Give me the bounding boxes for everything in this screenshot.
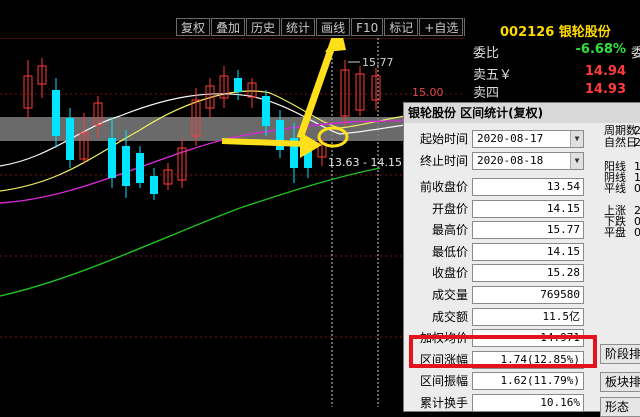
stat-label: 最高价 — [431, 223, 468, 238]
range-price-label: 13.63 - 14.15 — [328, 156, 402, 169]
stat-value: 13.54 — [472, 178, 584, 196]
toolbar-button-1[interactable]: 叠加 — [211, 18, 246, 36]
side-summary-count: 0 — [634, 226, 640, 239]
quote-value: 14.93 — [584, 82, 626, 97]
ma60-line — [0, 167, 381, 297]
end-time-value: 2020-08-18 — [477, 154, 544, 167]
stat-label: 收盘价 — [431, 266, 468, 281]
toolbar-button-7[interactable]: +自选 — [419, 18, 464, 36]
stat-value: 14.15 — [472, 242, 584, 261]
side-summary-label: 平线 — [604, 182, 626, 195]
toolbar-button-0[interactable]: 复权 — [176, 18, 211, 36]
stat-label: 前收盘价 — [419, 180, 468, 194]
start-time-label: 起始时间 — [419, 132, 468, 146]
dropdown-arrow-icon[interactable]: ▼ — [570, 153, 583, 169]
start-time-select[interactable]: 2020-08-17 ▼ — [472, 130, 584, 148]
stat-value: 10.16% — [472, 394, 584, 412]
dropdown-arrow-icon[interactable]: ▼ — [570, 131, 583, 147]
pattern-button[interactable]: 形态 — [600, 397, 640, 417]
high-price-label: 15.77 — [362, 56, 394, 69]
kline-chart[interactable]: 15.77 15.00 13.63 - 14.15 — [0, 38, 465, 407]
stat-label: 成交量 — [431, 288, 468, 302]
stat-value: 11.5亿 — [472, 307, 584, 326]
stage-rank-button[interactable]: 阶段排 — [600, 344, 640, 364]
side-summary-label: 自然日 — [604, 136, 637, 149]
side-summary-count: 0 — [634, 182, 640, 195]
chart-toolbar: 复权叠加历史统计画线F10标记+自选返回 — [176, 18, 499, 38]
stat-value: 1.62(11.79%) — [472, 372, 584, 391]
toolbar-button-6[interactable]: 标记 — [384, 18, 419, 36]
toolbar-button-5[interactable]: F10 — [351, 18, 384, 36]
sector-rank-button[interactable]: 板块排 — [600, 372, 640, 392]
start-time-value: 2020-08-17 — [477, 132, 544, 145]
stat-value: 15.28 — [472, 264, 584, 283]
arrow-to-low — [221, 138, 306, 147]
stat-label: 成交额 — [431, 309, 468, 324]
price-tick-label: 15.00 — [412, 86, 444, 99]
stat-row: 最低价 14.15 — [404, 242, 640, 262]
stat-value: 15.77 — [472, 221, 584, 240]
quote-label: 委比 — [473, 46, 500, 61]
toolbar-button-3[interactable]: 统计 — [281, 18, 316, 36]
side-summary-label: 周期数 — [604, 124, 637, 137]
quote-extra: 委 — [630, 46, 640, 61]
end-time-select[interactable]: 2020-08-18 ▼ — [472, 152, 584, 170]
stat-label: 区间振幅 — [419, 374, 468, 389]
stock-title: 002126 银轮股份 — [500, 25, 611, 40]
stat-value: 14.15 — [472, 199, 584, 218]
arrow-to-f10-head — [325, 38, 346, 52]
toolbar-button-2[interactable]: 历史 — [246, 18, 281, 36]
stat-row: 收盘价 15.28 — [404, 263, 640, 283]
stat-label: 开盘价 — [431, 201, 468, 216]
side-summary-label: 平盘 — [604, 226, 626, 239]
quote-row-weibi: 委比 -6.68% 委 — [473, 42, 640, 64]
stat-label: 累计换手 — [419, 396, 468, 410]
stat-row: 成交额 11.5亿 — [404, 307, 640, 327]
end-time-label: 终止时间 — [419, 154, 468, 168]
stat-value: 769580 — [472, 286, 584, 304]
quote-label: 卖四 — [473, 86, 500, 101]
side-summary-count: 2 — [634, 124, 640, 137]
interval-gain-highlight-box — [409, 335, 597, 368]
toolbar-button-4[interactable]: 画线 — [316, 18, 351, 36]
dialog-title: 银轮股份 区间统计(复权) — [404, 103, 640, 123]
quote-value: -6.68% — [575, 42, 627, 57]
side-summary-count: 2 — [634, 136, 640, 149]
stat-row: 成交量 769580 — [404, 285, 640, 305]
quote-label: 卖五￥ — [473, 68, 513, 83]
quote-value: 14.94 — [584, 64, 626, 79]
quote-row-sell4: 卖四 14.93 — [473, 82, 640, 104]
stat-label: 最低价 — [431, 244, 468, 259]
range-highlight-band — [0, 117, 405, 141]
